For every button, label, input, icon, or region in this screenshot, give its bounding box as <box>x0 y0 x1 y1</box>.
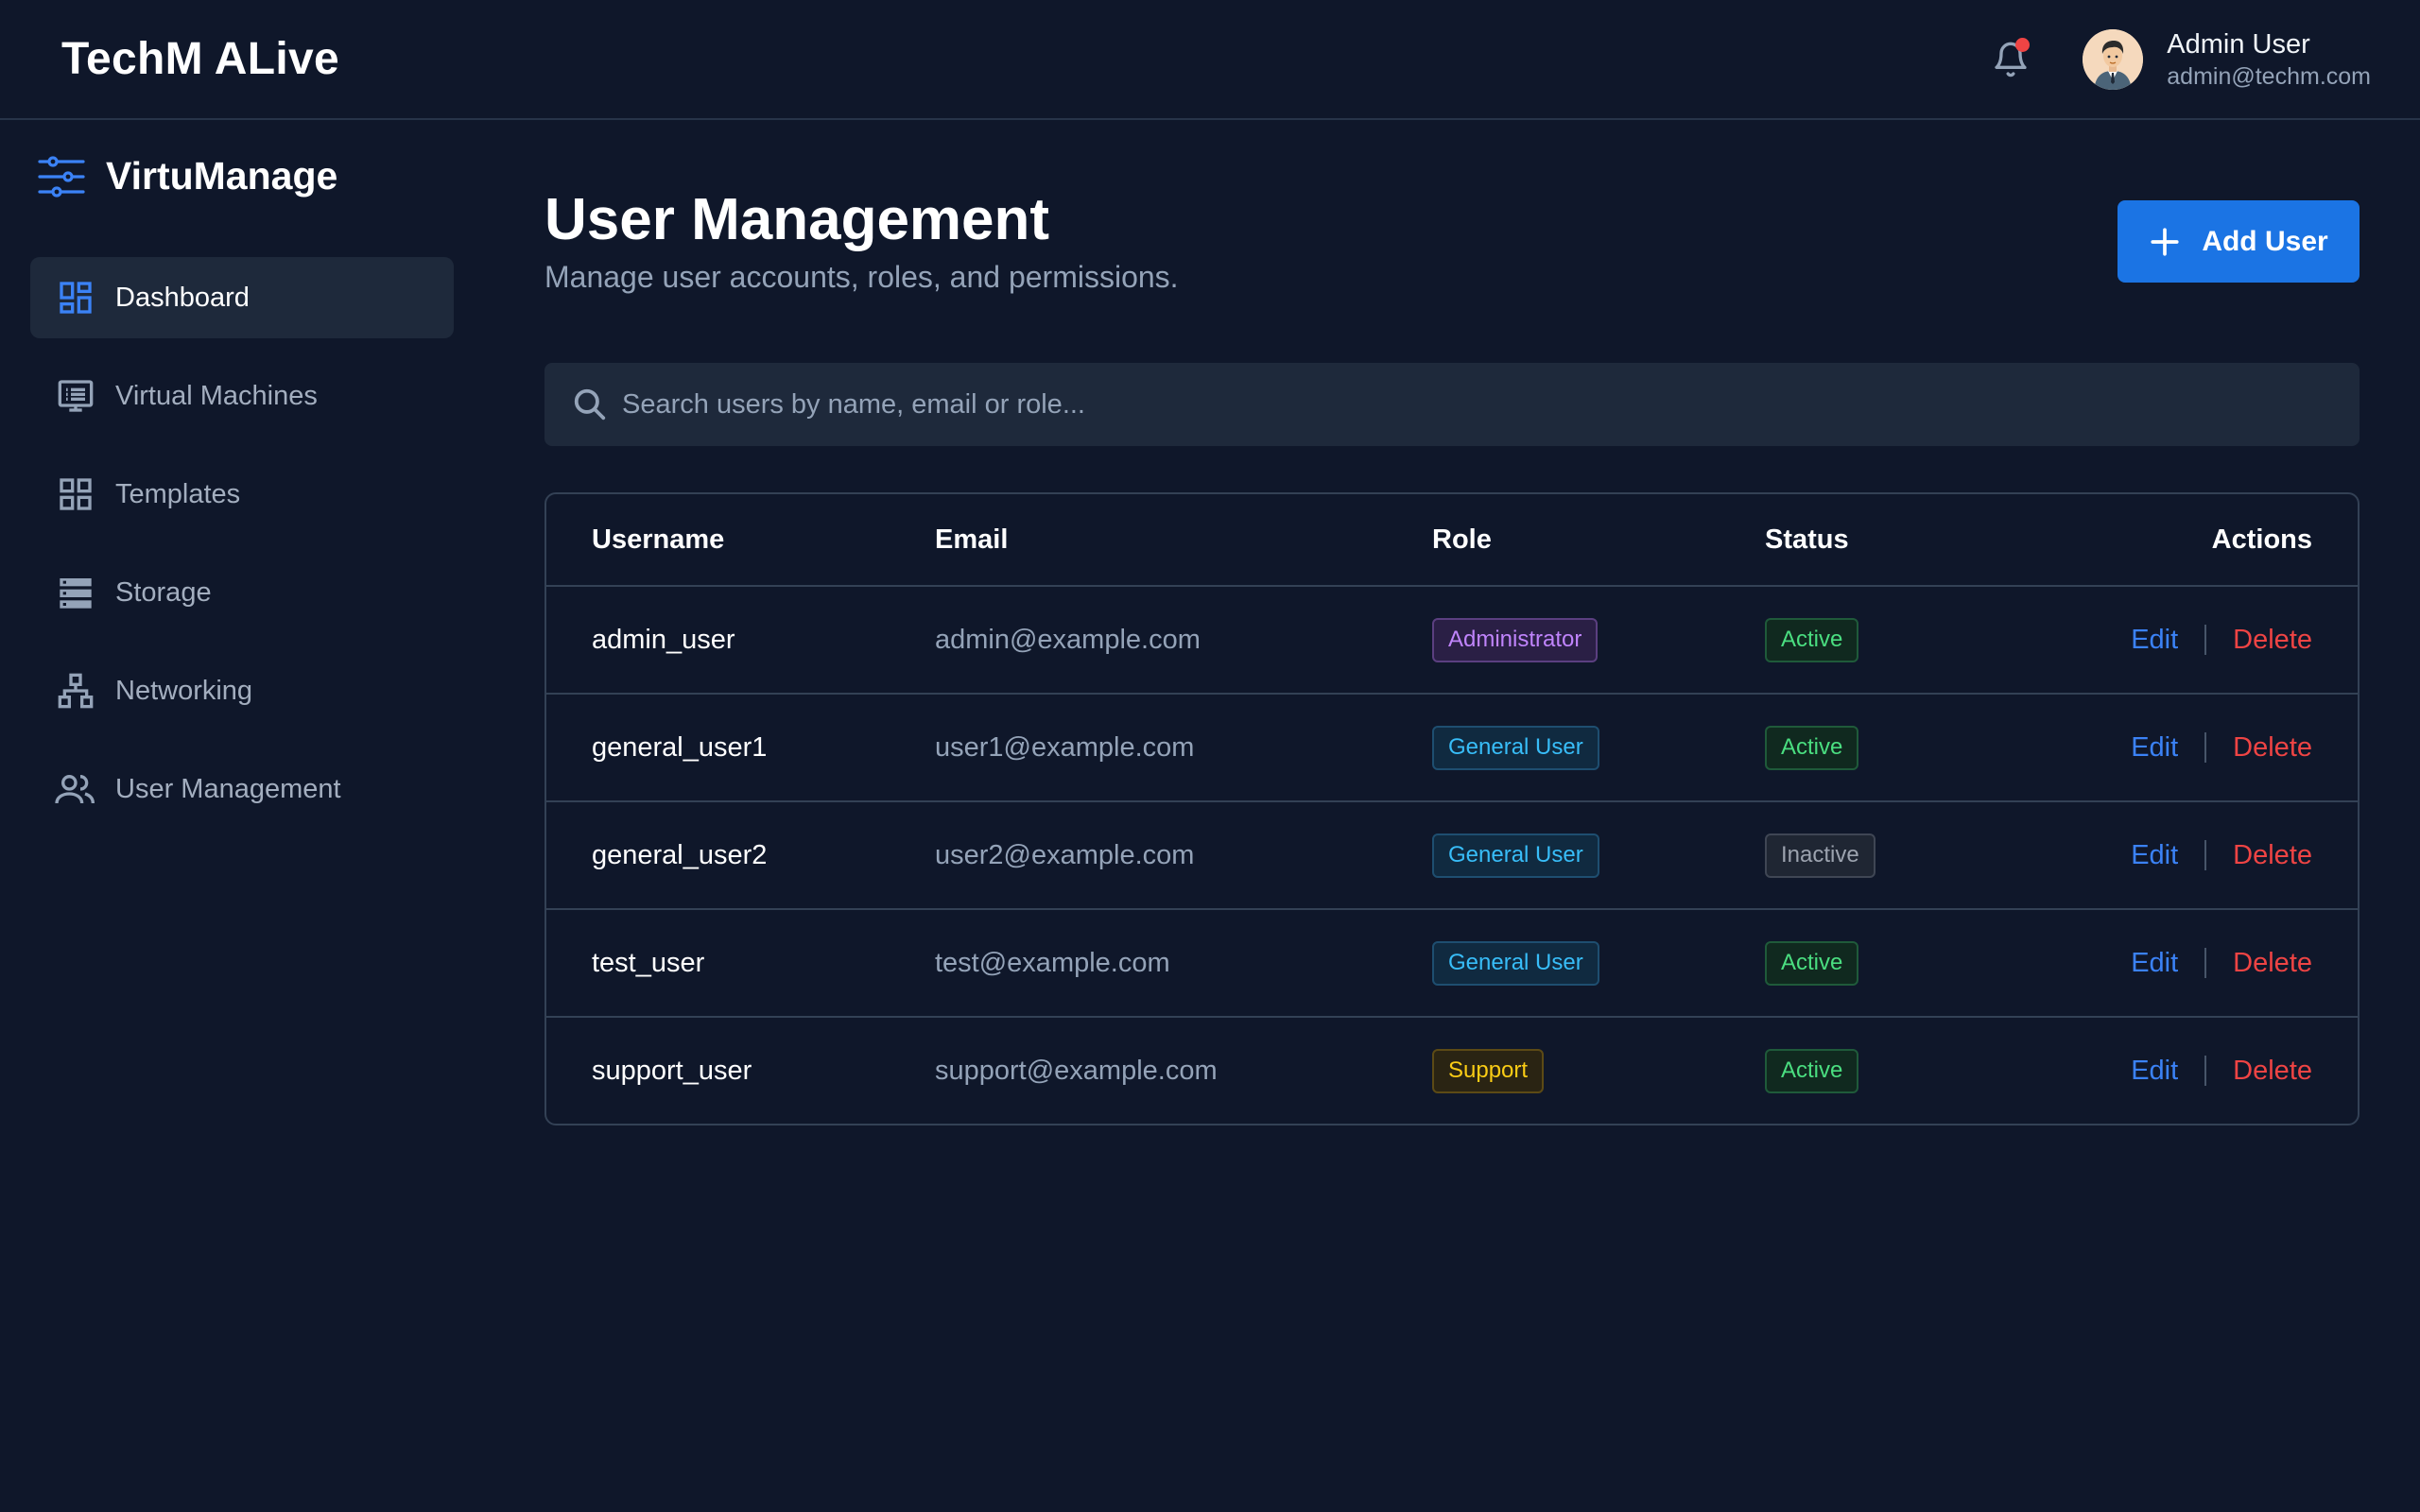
sidebar-item-label: Storage <box>115 576 212 608</box>
action-divider <box>2204 732 2207 763</box>
cell-username: support_user <box>592 1055 752 1086</box>
search-input[interactable] <box>622 388 2360 421</box>
cell-email: admin@example.com <box>935 624 1201 655</box>
table-row[interactable]: support_user support@example.com Support… <box>546 1016 2358 1124</box>
column-header-status[interactable]: Status <box>1765 494 1849 585</box>
cell-email: user1@example.com <box>935 731 1195 763</box>
notifications-button[interactable] <box>1988 37 2033 82</box>
delete-button[interactable]: Delete <box>2233 1056 2312 1087</box>
sidebar-item-storage[interactable]: Storage <box>30 552 454 633</box>
cell-username: general_user1 <box>592 731 768 763</box>
monitor-icon <box>58 380 94 412</box>
status-badge: Inactive <box>1765 833 1876 878</box>
search-bar <box>544 363 2360 446</box>
sliders-icon <box>38 155 85 198</box>
table-row[interactable]: general_user2 user2@example.com General … <box>546 800 2358 908</box>
app-brand[interactable]: TechM ALive <box>61 33 339 85</box>
sidebar-item-networking[interactable]: Networking <box>30 650 454 731</box>
top-right-controls: Admin User admin@techm.com <box>1988 27 2371 92</box>
edit-button[interactable]: Edit <box>2131 625 2178 656</box>
dashboard-icon <box>60 282 92 314</box>
cell-username: general_user2 <box>592 839 768 870</box>
action-divider <box>2204 1056 2207 1086</box>
users-table: Username Email Role Status Actions admin… <box>544 492 2360 1125</box>
delete-button[interactable]: Delete <box>2233 948 2312 979</box>
grid-icon <box>60 478 92 510</box>
role-badge: Administrator <box>1432 617 1599 662</box>
table-row[interactable]: admin_user admin@example.com Administrat… <box>546 585 2358 693</box>
edit-button[interactable]: Edit <box>2131 948 2178 979</box>
role-badge: General User <box>1432 725 1599 770</box>
sidebar-item-templates[interactable]: Templates <box>30 454 454 535</box>
user-name: Admin User <box>2167 28 2310 60</box>
edit-button[interactable]: Edit <box>2131 732 2178 764</box>
sidebar-item-user-management[interactable]: User Management <box>30 748 454 830</box>
table-row[interactable]: test_user test@example.com General User … <box>546 908 2358 1016</box>
sidebar-item-virtual-machines[interactable]: Virtual Machines <box>30 355 454 437</box>
page-title: User Management <box>544 187 1050 252</box>
cell-email: user2@example.com <box>935 839 1195 870</box>
page-subtitle: Manage user accounts, roles, and permiss… <box>544 260 1179 294</box>
sidebar-item-label: Dashboard <box>115 282 250 313</box>
role-badge: Support <box>1432 1048 1545 1093</box>
edit-button[interactable]: Edit <box>2131 1056 2178 1087</box>
action-divider <box>2204 948 2207 978</box>
role-badge: General User <box>1432 940 1599 986</box>
sidebar-item-label: Templates <box>115 478 241 509</box>
cell-username: test_user <box>592 947 705 978</box>
delete-button[interactable]: Delete <box>2233 732 2312 764</box>
delete-button[interactable]: Delete <box>2233 625 2312 656</box>
column-header-actions: Actions <box>2211 524 2312 555</box>
user-email: admin@techm.com <box>2167 62 2371 90</box>
notification-dot <box>2015 37 2031 52</box>
action-divider <box>2204 840 2207 870</box>
sidebar-item-label: Networking <box>115 675 253 706</box>
role-badge: General User <box>1432 833 1599 878</box>
sidebar-brand[interactable]: VirtuManage <box>38 154 337 198</box>
search-icon <box>571 386 609 423</box>
sidebar: VirtuManage Dashboard Virtual Machines T… <box>0 122 484 1512</box>
status-badge: Active <box>1765 940 1859 986</box>
add-user-label: Add User <box>2202 225 2328 257</box>
network-icon <box>58 673 94 709</box>
status-badge: Active <box>1765 1048 1859 1093</box>
sidebar-item-label: User Management <box>115 773 341 804</box>
action-divider <box>2204 625 2207 655</box>
avatar[interactable] <box>2083 28 2144 90</box>
storage-icon <box>60 578 92 609</box>
sidebar-item-label: Virtual Machines <box>115 380 318 411</box>
cell-email: test@example.com <box>935 947 1170 978</box>
sidebar-nav: Dashboard Virtual Machines Templates Sto… <box>30 257 454 847</box>
cell-email: support@example.com <box>935 1055 1218 1086</box>
plus-icon <box>2149 226 2181 258</box>
column-header-role[interactable]: Role <box>1432 494 1492 585</box>
delete-button[interactable]: Delete <box>2233 840 2312 871</box>
column-header-email[interactable]: Email <box>935 494 1008 585</box>
users-icon <box>55 775 95 804</box>
status-badge: Active <box>1765 617 1859 662</box>
status-badge: Active <box>1765 725 1859 770</box>
table-row[interactable]: general_user1 user1@example.com General … <box>546 693 2358 800</box>
sidebar-item-dashboard[interactable]: Dashboard <box>30 257 454 338</box>
user-avatar-image <box>2083 28 2144 90</box>
table-header-row: Username Email Role Status Actions <box>546 494 2358 585</box>
top-bar: TechM ALive Admin User admin@techm.com <box>0 0 2420 120</box>
edit-button[interactable]: Edit <box>2131 840 2178 871</box>
sidebar-brand-title: VirtuManage <box>106 154 338 198</box>
add-user-button[interactable]: Add User <box>2118 200 2360 283</box>
user-info[interactable]: Admin User admin@techm.com <box>2167 27 2371 92</box>
cell-username: admin_user <box>592 624 735 655</box>
column-header-username[interactable]: Username <box>592 494 724 585</box>
